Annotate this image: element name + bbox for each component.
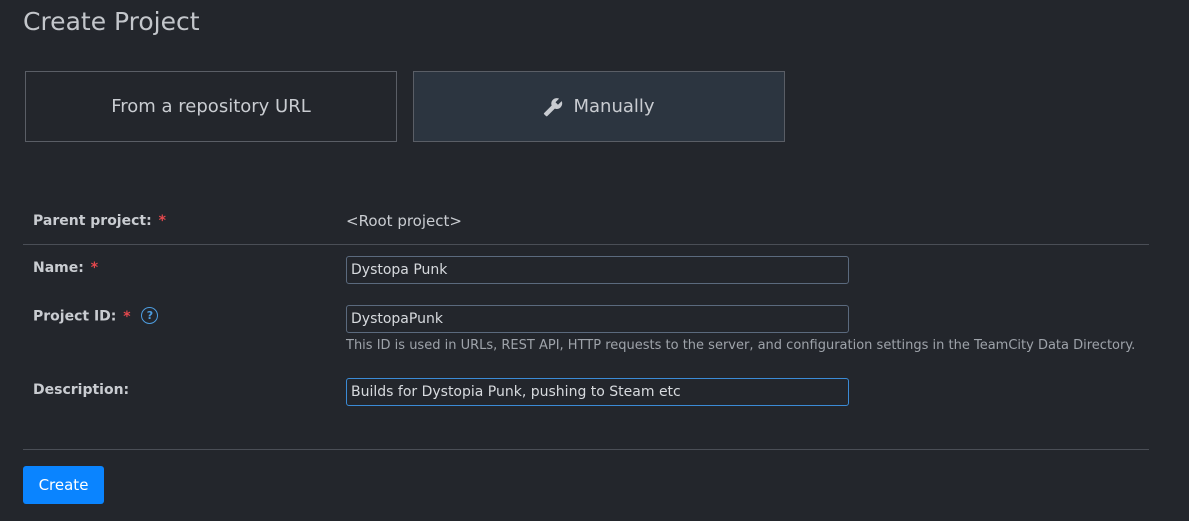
label-text: Description:	[33, 382, 130, 398]
question-circle-icon[interactable]: ?	[141, 307, 159, 324]
name-input[interactable]	[346, 256, 849, 284]
name-label: Name: *	[33, 260, 98, 276]
label-text: Parent project:	[33, 213, 152, 229]
tab-from-repository-url[interactable]: From a repository URL	[25, 71, 397, 142]
parent-project-label: Parent project: *	[33, 213, 166, 229]
divider	[23, 244, 1149, 245]
required-mark: *	[90, 260, 99, 276]
label-text: Name:	[33, 260, 84, 276]
required-mark: *	[123, 308, 131, 325]
divider	[23, 449, 1149, 450]
description-label: Description:	[33, 382, 129, 398]
project-id-input[interactable]	[346, 305, 849, 333]
description-input[interactable]	[346, 378, 849, 406]
page-title: Create Project	[23, 7, 200, 36]
tab-manually[interactable]: Manually	[413, 71, 785, 142]
create-button[interactable]: Create	[23, 466, 104, 504]
tab-label: From a repository URL	[111, 96, 311, 117]
tab-label: Manually	[573, 96, 655, 117]
project-id-hint: This ID is used in URLs, REST API, HTTP …	[346, 338, 1136, 353]
wrench-icon	[544, 97, 563, 116]
label-text: Project ID:	[33, 308, 117, 325]
required-mark: *	[158, 213, 166, 229]
project-id-label: Project ID: * ?	[33, 307, 159, 325]
parent-project-value: <Root project>	[346, 212, 462, 230]
